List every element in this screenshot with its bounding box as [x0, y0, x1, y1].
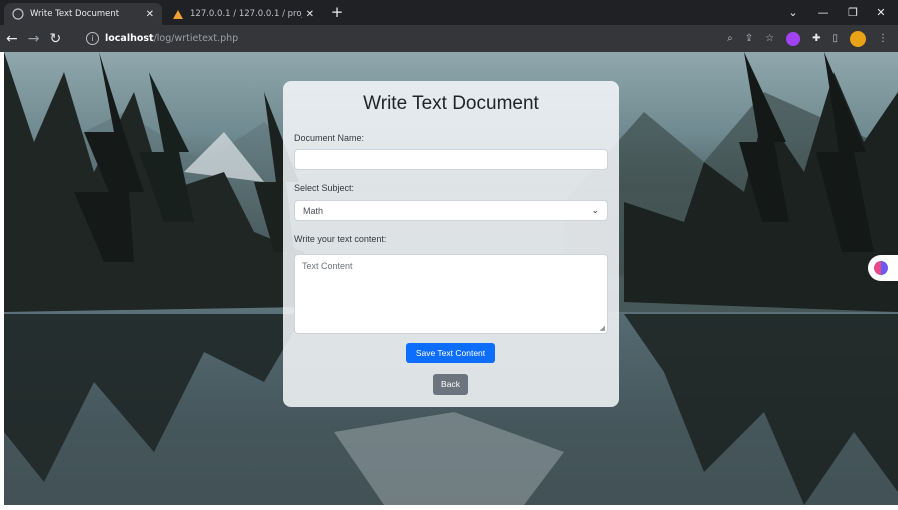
back-button[interactable]: Back: [433, 374, 468, 395]
tab-title: 127.0.0.1 / 127.0.0.1 / project /: [190, 9, 302, 19]
subject-select[interactable]: Math ⌄: [294, 200, 608, 221]
zoom-icon[interactable]: ⌕: [727, 33, 733, 44]
close-tab-icon[interactable]: ✕: [146, 9, 154, 20]
close-tab-icon[interactable]: ✕: [306, 9, 314, 20]
brain-icon: [874, 261, 888, 275]
new-tab-button[interactable]: +: [328, 3, 346, 21]
resize-grip-icon[interactable]: ◢: [600, 324, 605, 332]
bookmark-star-icon[interactable]: ☆: [765, 33, 774, 44]
menu-kebab-icon[interactable]: ⋮: [878, 33, 888, 44]
save-text-content-button[interactable]: Save Text Content: [406, 343, 495, 363]
extensions-puzzle-icon[interactable]: ✚: [812, 33, 820, 44]
subject-label: Select Subject:: [294, 183, 355, 193]
back-arrow-icon[interactable]: ←: [6, 31, 18, 47]
floating-extension-button[interactable]: [868, 255, 898, 281]
chevron-down-icon: ⌄: [591, 205, 599, 215]
browser-tab-bar: Write Text Document ✕ 127.0.0.1 / 127.0.…: [0, 0, 898, 25]
document-name-label: Document Name:: [294, 133, 365, 143]
forward-arrow-icon[interactable]: →: [28, 31, 40, 47]
address-host: localhost: [105, 33, 154, 44]
page-favicon-icon: [12, 8, 24, 20]
tab-title: Write Text Document: [30, 9, 120, 19]
subject-selected-value: Math: [303, 205, 324, 216]
tab-phpmyadmin[interactable]: 127.0.0.1 / 127.0.0.1 / project / ✕: [164, 3, 322, 25]
side-panel-icon[interactable]: ▯: [832, 33, 838, 44]
document-name-input[interactable]: [294, 149, 608, 170]
extension-icon[interactable]: [786, 31, 801, 46]
address-bar[interactable]: i localhost /log/wrtietext.php: [84, 28, 720, 49]
tab-write-text-document[interactable]: Write Text Document ✕: [4, 3, 162, 25]
page-bottom-edge: [0, 505, 898, 510]
write-document-card: Write Text Document Document Name: Selec…: [283, 81, 619, 407]
browser-toolbar: ← → ↻ i localhost /log/wrtietext.php ⌕ ⇪…: [0, 25, 898, 52]
address-path: /log/wrtietext.php: [153, 33, 239, 44]
minimize-button[interactable]: —: [810, 4, 836, 22]
page-title: Write Text Document: [363, 93, 539, 114]
text-content-textarea[interactable]: Text Content ◢: [294, 254, 608, 334]
share-icon[interactable]: ⇪: [745, 33, 753, 44]
close-window-button[interactable]: ✕: [868, 4, 894, 22]
content-label: Write your text content:: [294, 234, 387, 244]
nav-buttons: ← → ↻: [6, 29, 78, 48]
tab-search-icon[interactable]: ⌄: [780, 4, 806, 22]
textarea-placeholder: Text Content: [302, 261, 353, 271]
toolbar-icons: ⌕ ⇪ ☆ ✚ ▯ ⋮: [727, 28, 888, 49]
site-info-icon[interactable]: i: [86, 32, 99, 45]
restore-button[interactable]: ❐: [840, 4, 866, 22]
reload-icon[interactable]: ↻: [49, 31, 61, 47]
profile-avatar[interactable]: [850, 30, 866, 47]
phpmyadmin-icon: [172, 8, 184, 20]
